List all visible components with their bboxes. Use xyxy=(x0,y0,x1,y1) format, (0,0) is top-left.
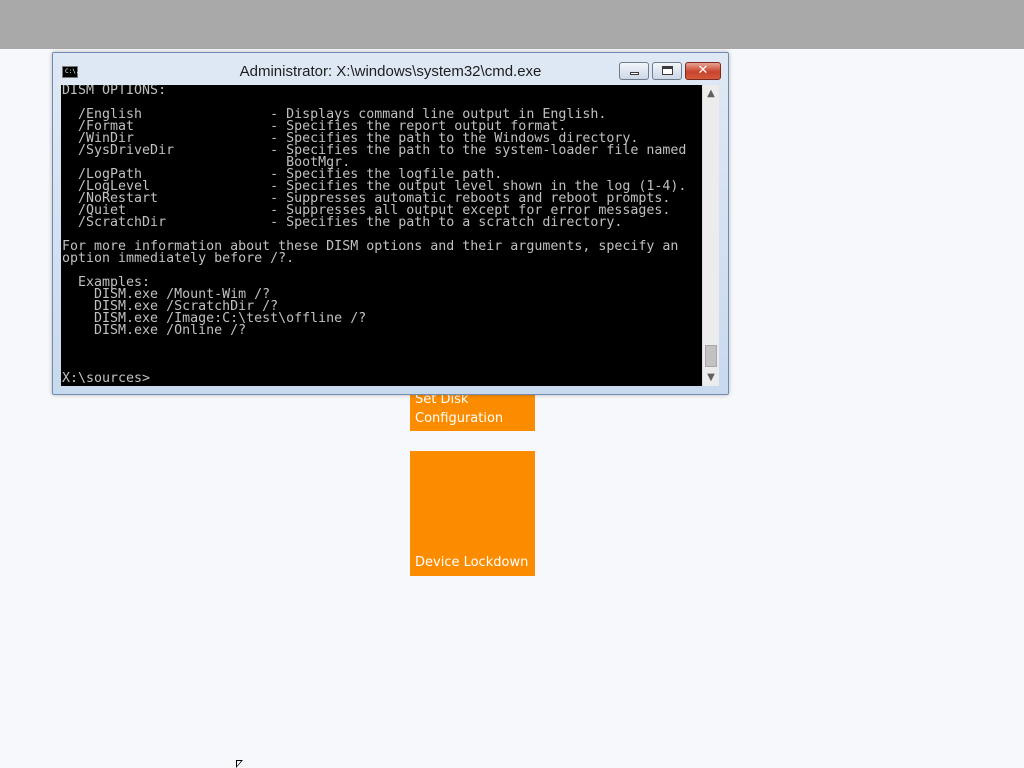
console-text: DISM OPTIONS: /English - Displays comman… xyxy=(61,85,702,385)
console-line: DISM OPTIONS: xyxy=(62,85,167,98)
close-button[interactable]: ✕ xyxy=(685,62,721,80)
cmd-window[interactable]: C:\. Administrator: X:\windows\system32\… xyxy=(52,52,729,395)
minimize-button[interactable] xyxy=(619,62,649,80)
mouse-cursor-icon xyxy=(236,760,243,768)
title-bar[interactable]: C:\. Administrator: X:\windows\system32\… xyxy=(53,53,728,85)
scrollbar-thumb[interactable] xyxy=(705,345,717,367)
console-line: DISM.exe /Online /? xyxy=(62,323,247,338)
scroll-down-icon[interactable]: ▼ xyxy=(703,369,719,386)
console-output[interactable]: DISM OPTIONS: /English - Displays comman… xyxy=(61,85,702,386)
console-line: /ScratchDir - Specifies the path to a sc… xyxy=(62,215,623,230)
scroll-up-icon[interactable]: ▲ xyxy=(703,85,719,102)
top-bar xyxy=(0,0,1024,49)
device-lockdown-tile[interactable]: Device Lockdown xyxy=(410,451,535,576)
console-line: option immediately before /?. xyxy=(62,251,295,266)
console-line: X:\sources> xyxy=(62,371,151,386)
vertical-scrollbar[interactable]: ▲ ▼ xyxy=(702,85,719,386)
close-icon: ✕ xyxy=(697,63,709,78)
tile-label: Set Disk Configuration xyxy=(415,392,504,426)
maximize-button[interactable] xyxy=(652,62,682,80)
tile-label: Device Lockdown xyxy=(415,555,529,570)
